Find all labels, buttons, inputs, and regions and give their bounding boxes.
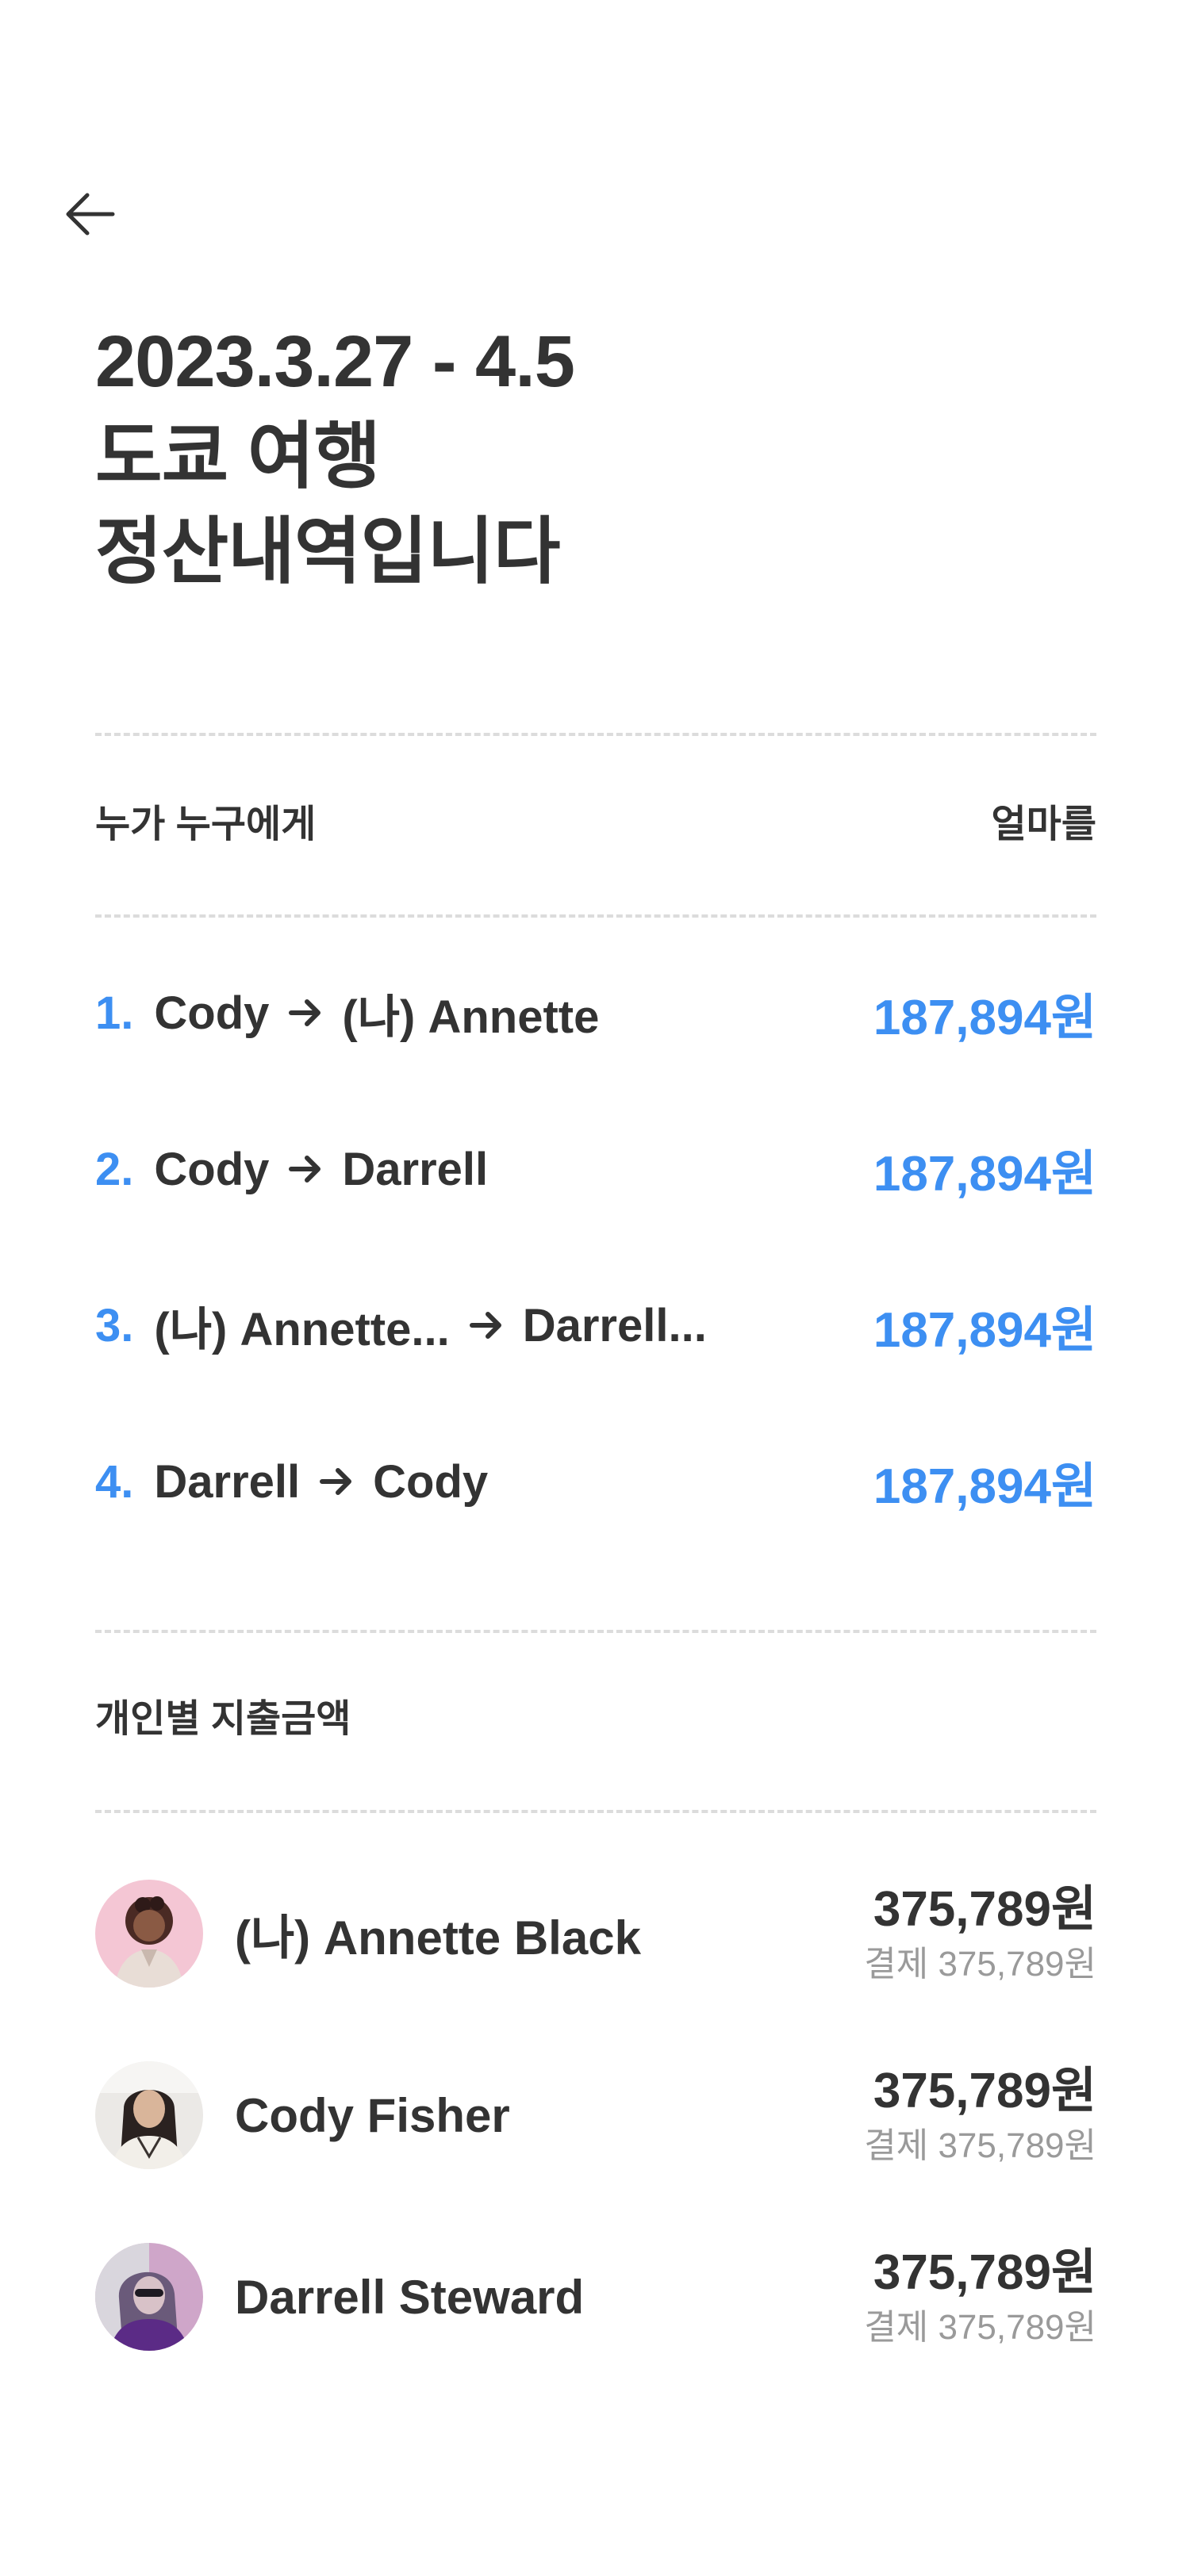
settlement-page: 2023.3.27 - 4.5 도쿄 여행 정산내역입니다 누가 누구에게 얼마… bbox=[0, 0, 1190, 2576]
person-name: (나) Annette Black bbox=[235, 1911, 641, 1965]
transfer-from: Cody bbox=[154, 987, 270, 1039]
transfer-amount: 187,894원 bbox=[873, 991, 1096, 1045]
person-paid: 결제 375,789원 bbox=[864, 2308, 1096, 2347]
transfer-number: 4. bbox=[95, 1455, 134, 1508]
divider bbox=[95, 914, 1096, 918]
transfer-row: 2. Cody Darrell 187,894원 bbox=[95, 1125, 1096, 1213]
person-paid: 결제 375,789원 bbox=[864, 1945, 1096, 1984]
divider bbox=[95, 1810, 1096, 1813]
transfer-from: Darrell bbox=[154, 1455, 301, 1508]
transfer-to: Darrell... bbox=[522, 1299, 707, 1351]
transfer-to: (나) Annette bbox=[342, 991, 600, 1043]
page-title: 2023.3.27 - 4.5 도쿄 여행 정산내역입니다 bbox=[95, 314, 1095, 600]
person-total: 375,789원 bbox=[873, 1882, 1096, 1937]
transfer-row: 3. (나) Annette... Darrell... 187,894원 bbox=[95, 1282, 1096, 1369]
avatar bbox=[95, 1880, 203, 1988]
avatar bbox=[95, 2243, 203, 2351]
back-button[interactable] bbox=[57, 181, 124, 247]
divider bbox=[95, 1630, 1096, 1633]
transfer-number: 2. bbox=[95, 1143, 134, 1195]
transfer-number: 1. bbox=[95, 987, 134, 1039]
transfer-amount: 187,894원 bbox=[873, 1147, 1096, 1202]
transfer-from: Cody bbox=[154, 1143, 270, 1195]
person-row: Cody Fisher 375,789원 결제 375,789원 bbox=[95, 2060, 1096, 2171]
arrow-right-icon bbox=[286, 994, 324, 1032]
arrow-right-icon bbox=[317, 1462, 355, 1501]
person-total: 375,789원 bbox=[873, 2245, 1096, 2300]
arrow-right-icon bbox=[467, 1306, 505, 1344]
section-individual-spending: 개인별 지출금액 bbox=[95, 1698, 351, 1740]
person-total: 375,789원 bbox=[873, 2064, 1096, 2118]
transfer-to: Cody bbox=[373, 1455, 489, 1508]
transfer-number: 3. bbox=[95, 1299, 134, 1351]
transfer-row: 1. Cody (나) Annette 187,894원 bbox=[95, 969, 1096, 1056]
title-date-range: 2023.3.27 - 4.5 bbox=[95, 321, 575, 402]
transfer-from: (나) Annette... bbox=[154, 1304, 450, 1355]
person-paid: 결제 375,789원 bbox=[864, 2126, 1096, 2165]
arrow-right-icon bbox=[286, 1150, 324, 1188]
divider bbox=[95, 733, 1096, 736]
title-subtitle: 정산내역입니다 bbox=[95, 512, 560, 592]
person-row: (나) Annette Black 375,789원 결제 375,789원 bbox=[95, 1878, 1096, 1989]
header-who-to-whom: 누가 누구에게 bbox=[95, 803, 317, 845]
avatar bbox=[95, 2061, 203, 2169]
person-name: Darrell Steward bbox=[235, 2270, 585, 2324]
person-name: Cody Fisher bbox=[235, 2088, 510, 2142]
transfer-amount: 187,894원 bbox=[873, 1303, 1096, 1358]
title-trip-name: 도쿄 여행 bbox=[95, 416, 381, 497]
person-row: Darrell Steward 375,789원 결제 375,789원 bbox=[95, 2241, 1096, 2352]
header-how-much: 얼마를 bbox=[991, 803, 1096, 845]
transfer-amount: 187,894원 bbox=[873, 1459, 1096, 1514]
arrow-left-icon bbox=[66, 193, 115, 236]
transfer-row: 4. Darrell Cody 187,894원 bbox=[95, 1438, 1096, 1525]
transfer-to: Darrell bbox=[342, 1143, 489, 1195]
